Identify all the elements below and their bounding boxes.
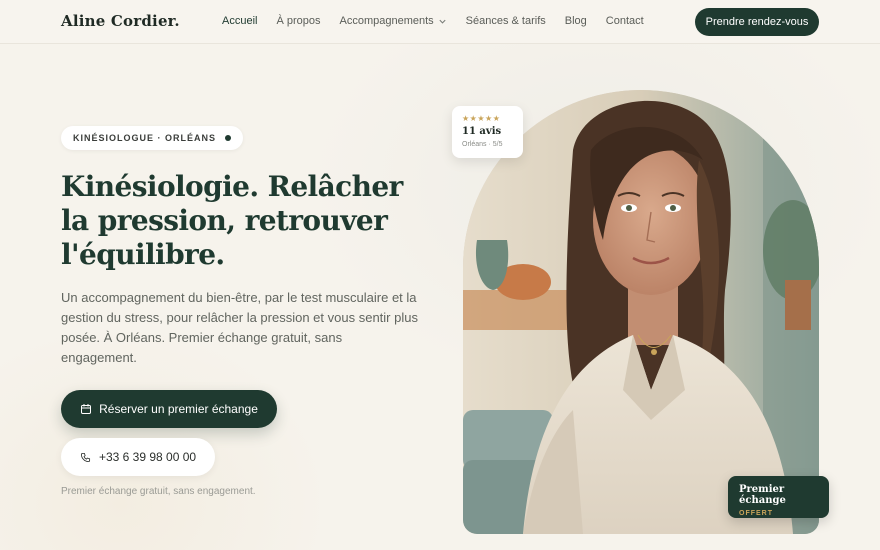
nav-item-a-propos[interactable]: À propos	[276, 15, 320, 27]
phone-call-button[interactable]: +33 6 39 98 00 00	[61, 438, 215, 476]
top-navigation: Aline Cordier. Accueil À propos Accompag…	[0, 0, 880, 44]
chevron-down-icon	[439, 19, 446, 24]
review-location-score: Orléans · 5/5	[462, 141, 503, 148]
status-dot-icon	[225, 135, 232, 141]
book-first-session-label: Réserver un premier échange	[99, 402, 258, 416]
nav-item-seances-tarifs[interactable]: Séances & tarifs	[466, 15, 546, 27]
hero-description: Un accompagnement du bien-être, par le t…	[61, 290, 418, 365]
review-count: 11 avis	[462, 126, 502, 137]
nav-links: Accueil À propos Accompagnements Séances…	[222, 15, 663, 27]
phone-number-label: +33 6 39 98 00 00	[98, 450, 197, 464]
profession-badge: KINÉSIOLOGUE · ORLÉANS	[61, 126, 244, 150]
site-logo[interactable]: Aline Cordier.	[61, 12, 180, 30]
offer-title: Premier échange	[739, 484, 786, 506]
nav-item-contact[interactable]: Contact	[606, 15, 644, 27]
offer-label: OFFERT	[739, 510, 773, 517]
nav-item-accompagnements-label: Accompagnements	[339, 15, 434, 27]
nav-item-accompagnements[interactable]: Accompagnements	[340, 15, 447, 27]
nav-item-blog[interactable]: Blog	[565, 15, 587, 27]
free-session-offer-card: Premier échange OFFERT	[728, 476, 829, 518]
free-session-note: Premier échange gratuit, sans engagement…	[61, 486, 256, 497]
rating-stars-icon: ★★★★★	[462, 114, 501, 123]
nav-item-accueil[interactable]: Accueil	[222, 15, 257, 27]
calendar-icon	[81, 404, 92, 414]
profession-badge-label: KINÉSIOLOGUE · ORLÉANS	[73, 133, 217, 143]
hero-title: Kinésiologie. Relâcher la pression, retr…	[61, 170, 403, 271]
book-first-session-button[interactable]: Réserver un premier échange	[61, 390, 277, 428]
book-appointment-button[interactable]: Prendre rendez-vous	[695, 8, 819, 36]
review-card: ★★★★★ 11 avis Orléans · 5/5	[452, 106, 523, 158]
phone-icon	[80, 452, 90, 462]
